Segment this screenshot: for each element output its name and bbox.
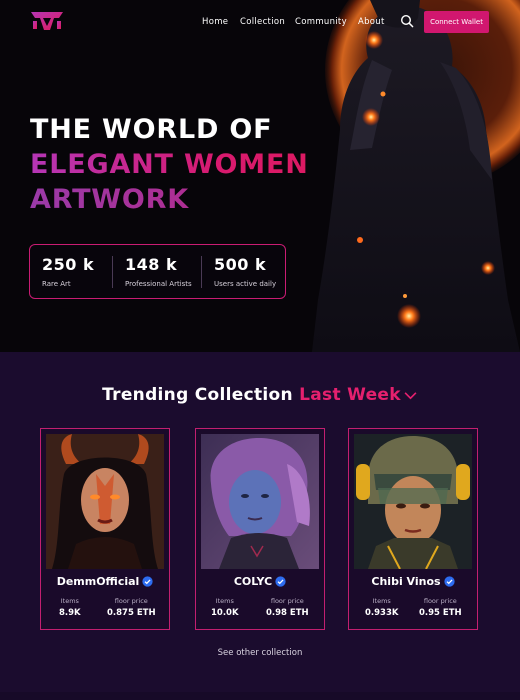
stat-divider [201, 256, 202, 288]
hero-title-line-1: THE WORLD OF [30, 114, 273, 145]
collection-name-text: DemmOfficial [56, 575, 140, 588]
collection-image [201, 434, 319, 569]
trending-heading-text: Trending Collection [102, 385, 293, 405]
items-stat: Items 8.9K [59, 597, 81, 618]
hero-title-line-2: ELEGANT WOMEN [30, 147, 370, 182]
collection-card-demmofficial[interactable]: DemmOfficial Items 8.9K floor price 0.87… [40, 428, 170, 630]
period-dropdown-label: Last Week [299, 385, 401, 405]
items-label: Items [215, 597, 234, 605]
collection-card-colyc[interactable]: COLYC Items 10.0K floor price 0.98 ETH [195, 428, 325, 630]
items-label: Items [372, 597, 391, 605]
verified-badge-icon [142, 575, 153, 587]
items-stat: Items 10.0K [211, 597, 239, 618]
collection-name-text: COLYC [233, 575, 273, 588]
floor-price-value: 0.98 ETH [266, 608, 309, 618]
nav-link-community[interactable]: Community [295, 17, 347, 27]
floor-price-value: 0.95 ETH [419, 608, 462, 618]
stat-label: Professional Artists [125, 280, 192, 288]
connect-wallet-button[interactable]: Connect Wallet [424, 11, 489, 33]
collection-name-text: Chibi Vinos [371, 575, 441, 588]
search-icon[interactable] [400, 14, 414, 28]
see-other-collection-link[interactable]: See other collection [0, 648, 520, 658]
floor-price-stat: floor price 0.875 ETH [107, 597, 156, 618]
items-value: 10.0K [211, 608, 239, 618]
collection-name: DemmOfficial [41, 575, 169, 588]
footer-edge [0, 692, 520, 700]
nav-link-collection[interactable]: Collection [240, 17, 285, 27]
collection-name: COLYC [196, 575, 324, 588]
trending-section: Trending Collection Last Week DemmOffici… [0, 352, 520, 700]
verified-badge-icon [275, 575, 286, 587]
nav-link-home[interactable]: Home [202, 17, 228, 27]
items-label: Items [60, 597, 79, 605]
floor-price-label: floor price [114, 597, 148, 605]
trending-heading: Trending Collection Last Week [0, 385, 520, 405]
floor-price-label: floor price [270, 597, 304, 605]
items-value: 0.933K [365, 608, 399, 618]
hero-title: THE WORLD OF ELEGANT WOMEN ARTWORK [30, 112, 370, 217]
items-value: 8.9K [59, 608, 81, 618]
collection-card-chibi-vinos[interactable]: Chibi Vinos Items 0.933K floor price 0.9… [348, 428, 478, 630]
stat-value: 148 k [125, 255, 178, 274]
floor-price-label: floor price [423, 597, 457, 605]
floor-price-value: 0.875 ETH [107, 608, 156, 618]
period-dropdown[interactable]: Last Week [299, 385, 418, 405]
items-stat: Items 0.933K [365, 597, 398, 618]
verified-badge-icon [443, 575, 455, 587]
collection-image [354, 434, 472, 569]
floor-price-stat: floor price 0.98 ETH [266, 597, 309, 618]
stat-value: 500 k [214, 255, 267, 274]
stat-label: Users active daily [214, 280, 277, 288]
chevron-down-icon [404, 391, 417, 399]
stats-panel: 250 k Rare Art 148 k Professional Artist… [29, 244, 286, 299]
nav-link-about[interactable]: About [358, 17, 385, 27]
stat-value: 250 k [42, 255, 95, 274]
hero-section: Home Collection Community About Connect … [0, 0, 520, 352]
stat-label: Rare Art [42, 280, 71, 288]
floor-price-stat: floor price 0.95 ETH [419, 597, 462, 618]
collection-name: Chibi Vinos [349, 575, 477, 588]
stat-divider [112, 256, 113, 288]
hero-title-line-3: ARTWORK [30, 182, 370, 217]
collection-image [46, 434, 164, 569]
